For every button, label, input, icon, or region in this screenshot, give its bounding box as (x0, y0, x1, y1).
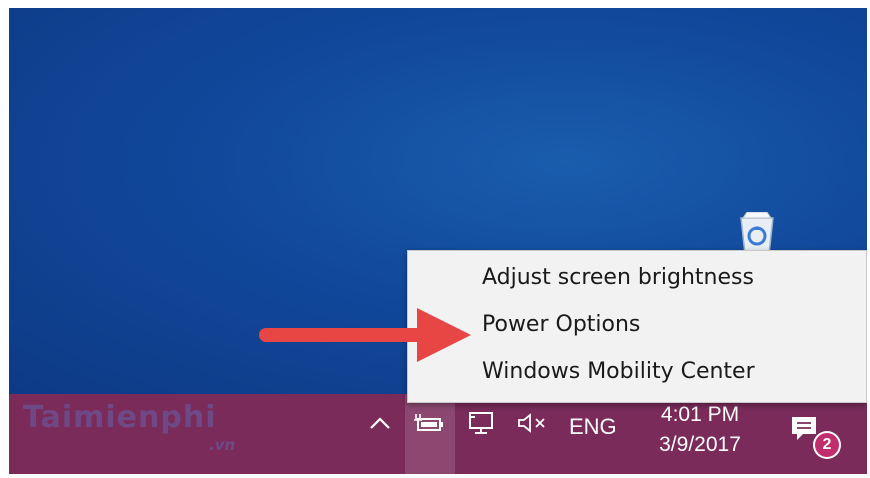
volume-muted-icon[interactable] (515, 408, 551, 438)
notification-badge: 2 (813, 431, 841, 459)
watermark-logo: Taimienphi (23, 400, 217, 435)
chevron-up-icon[interactable] (365, 408, 395, 438)
taskbar: Taimienphi .vn ENG 4:01 PM 3/9/2017 2 (9, 394, 867, 474)
watermark-domain: .vn (209, 436, 236, 454)
menu-item-power-options[interactable]: Power Options (482, 312, 640, 337)
red-arrow-pointer (259, 308, 471, 362)
clock-time: 4:01 PM (660, 403, 740, 426)
battery-charging-icon[interactable] (413, 408, 447, 438)
menu-item-mobility-center[interactable]: Windows Mobility Center (482, 359, 755, 384)
clock-date: 3/9/2017 (659, 433, 741, 456)
input-language[interactable]: ENG (569, 414, 617, 440)
recycle-bin-icon[interactable] (733, 211, 781, 255)
network-icon[interactable] (465, 408, 499, 438)
menu-item-adjust-brightness[interactable]: Adjust screen brightness (482, 265, 754, 290)
clock[interactable]: 4:01 PM 3/9/2017 (645, 400, 755, 460)
action-center-button[interactable]: 2 (789, 414, 845, 464)
screen: Taimienphi .vn ENG 4:01 PM 3/9/2017 2 Ad… (9, 8, 867, 474)
notification-count: 2 (815, 433, 839, 457)
